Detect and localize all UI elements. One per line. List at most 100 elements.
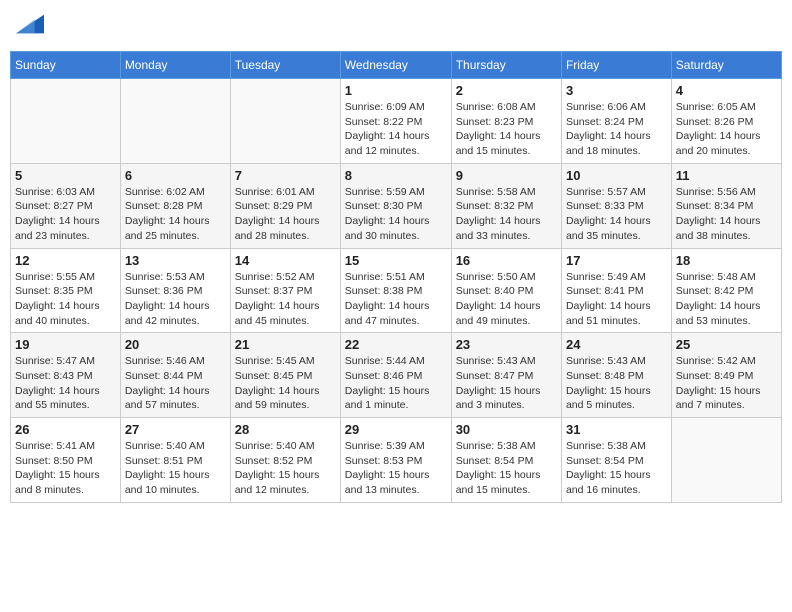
day-number: 3 [566,83,667,98]
day-info: Sunrise: 5:59 AM Sunset: 8:30 PM Dayligh… [345,185,447,244]
day-number: 23 [456,337,557,352]
calendar-cell: 18 Sunrise: 5:48 AM Sunset: 8:42 PM Dayli… [671,248,781,333]
day-number: 28 [235,422,336,437]
day-info: Sunrise: 6:03 AM Sunset: 8:27 PM Dayligh… [15,185,116,244]
day-number: 7 [235,168,336,183]
calendar-cell: 2Sunrise: 6:08 AM Sunset: 8:23 PM Daylig… [451,79,561,164]
logo [14,10,44,43]
day-info: Sunrise: 5:43 AM Sunset: 8:47 PM Dayligh… [456,354,557,413]
day-number: 6 [125,168,226,183]
day-number: 31 [566,422,667,437]
weekday-header: Monday [120,52,230,79]
calendar-cell: 28 Sunrise: 5:40 AM Sunset: 8:52 PM Dayli… [230,418,340,503]
day-number: 25 [676,337,777,352]
calendar-cell: 24 Sunrise: 5:43 AM Sunset: 8:48 PM Dayli… [561,333,671,418]
calendar-cell: 3 Sunrise: 6:06 AM Sunset: 8:24 PM Daylig… [561,79,671,164]
day-info: Sunrise: 5:52 AM Sunset: 8:37 PM Dayligh… [235,270,336,329]
day-number: 9 [456,168,557,183]
day-info: Sunrise: 5:50 AM Sunset: 8:40 PM Dayligh… [456,270,557,329]
day-number: 1 [345,83,447,98]
weekday-header-row: SundayMondayTuesdayWednesdayThursdayFrid… [11,52,782,79]
day-number: 12 [15,253,116,268]
calendar-cell: 12 Sunrise: 5:55 AM Sunset: 8:35 PM Dayli… [11,248,121,333]
calendar-cell: 14 Sunrise: 5:52 AM Sunset: 8:37 PM Dayli… [230,248,340,333]
day-number: 14 [235,253,336,268]
day-number: 30 [456,422,557,437]
day-info: Sunrise: 5:40 AM Sunset: 8:51 PM Dayligh… [125,439,226,498]
calendar-cell: 6 Sunrise: 6:02 AM Sunset: 8:28 PM Daylig… [120,163,230,248]
day-info: Sunrise: 5:42 AM Sunset: 8:49 PM Dayligh… [676,354,777,413]
day-info: Sunrise: 5:41 AM Sunset: 8:50 PM Dayligh… [15,439,116,498]
day-info: Sunrise: 6:02 AM Sunset: 8:28 PM Dayligh… [125,185,226,244]
day-info: Sunrise: 6:09 AM Sunset: 8:22 PM Dayligh… [345,100,447,159]
day-number: 27 [125,422,226,437]
day-info: Sunrise: 5:38 AM Sunset: 8:54 PM Dayligh… [566,439,667,498]
day-info: Sunrise: 5:48 AM Sunset: 8:42 PM Dayligh… [676,270,777,329]
day-info: Sunrise: 5:46 AM Sunset: 8:44 PM Dayligh… [125,354,226,413]
calendar-cell: 9 Sunrise: 5:58 AM Sunset: 8:32 PM Daylig… [451,163,561,248]
day-info: Sunrise: 5:45 AM Sunset: 8:45 PM Dayligh… [235,354,336,413]
weekday-header: Tuesday [230,52,340,79]
calendar-cell [11,79,121,164]
calendar-cell: 5 Sunrise: 6:03 AM Sunset: 8:27 PM Daylig… [11,163,121,248]
day-info: Sunrise: 5:57 AM Sunset: 8:33 PM Dayligh… [566,185,667,244]
day-info: Sunrise: 5:58 AM Sunset: 8:32 PM Dayligh… [456,185,557,244]
day-info: Sunrise: 5:53 AM Sunset: 8:36 PM Dayligh… [125,270,226,329]
calendar-cell: 11 Sunrise: 5:56 AM Sunset: 8:34 PM Dayli… [671,163,781,248]
calendar-cell: 26Sunrise: 5:41 AM Sunset: 8:50 PM Dayli… [11,418,121,503]
calendar-week-row: 19 Sunrise: 5:47 AM Sunset: 8:43 PM Dayli… [11,333,782,418]
day-info: Sunrise: 5:49 AM Sunset: 8:41 PM Dayligh… [566,270,667,329]
calendar-cell: 16 Sunrise: 5:50 AM Sunset: 8:40 PM Dayli… [451,248,561,333]
day-number: 5 [15,168,116,183]
calendar-cell: 29Sunrise: 5:39 AM Sunset: 8:53 PM Dayli… [340,418,451,503]
calendar-cell: 10 Sunrise: 5:57 AM Sunset: 8:33 PM Dayli… [561,163,671,248]
day-info: Sunrise: 6:05 AM Sunset: 8:26 PM Dayligh… [676,100,777,159]
calendar-cell: 30 Sunrise: 5:38 AM Sunset: 8:54 PM Dayli… [451,418,561,503]
calendar-cell: 23 Sunrise: 5:43 AM Sunset: 8:47 PM Dayli… [451,333,561,418]
day-number: 13 [125,253,226,268]
day-info: Sunrise: 5:56 AM Sunset: 8:34 PM Dayligh… [676,185,777,244]
day-info: Sunrise: 5:43 AM Sunset: 8:48 PM Dayligh… [566,354,667,413]
calendar-cell: 19 Sunrise: 5:47 AM Sunset: 8:43 PM Dayli… [11,333,121,418]
day-number: 17 [566,253,667,268]
day-number: 19 [15,337,116,352]
calendar-cell: 22Sunrise: 5:44 AM Sunset: 8:46 PM Dayli… [340,333,451,418]
day-number: 21 [235,337,336,352]
calendar-cell: 27 Sunrise: 5:40 AM Sunset: 8:51 PM Dayli… [120,418,230,503]
day-info: Sunrise: 5:39 AM Sunset: 8:53 PM Dayligh… [345,439,447,498]
day-info: Sunrise: 6:06 AM Sunset: 8:24 PM Dayligh… [566,100,667,159]
day-number: 11 [676,168,777,183]
day-number: 2 [456,83,557,98]
day-number: 4 [676,83,777,98]
calendar-cell: 1 Sunrise: 6:09 AM Sunset: 8:22 PM Daylig… [340,79,451,164]
calendar-cell: 13 Sunrise: 5:53 AM Sunset: 8:36 PM Dayli… [120,248,230,333]
calendar-cell: 21 Sunrise: 5:45 AM Sunset: 8:45 PM Dayli… [230,333,340,418]
day-info: Sunrise: 5:40 AM Sunset: 8:52 PM Dayligh… [235,439,336,498]
calendar-week-row: 1 Sunrise: 6:09 AM Sunset: 8:22 PM Daylig… [11,79,782,164]
day-info: Sunrise: 5:47 AM Sunset: 8:43 PM Dayligh… [15,354,116,413]
day-info: Sunrise: 5:55 AM Sunset: 8:35 PM Dayligh… [15,270,116,329]
day-number: 24 [566,337,667,352]
calendar-week-row: 5 Sunrise: 6:03 AM Sunset: 8:27 PM Daylig… [11,163,782,248]
calendar-cell: 31 Sunrise: 5:38 AM Sunset: 8:54 PM Dayli… [561,418,671,503]
day-number: 16 [456,253,557,268]
calendar-cell [671,418,781,503]
day-number: 20 [125,337,226,352]
weekday-header: Friday [561,52,671,79]
calendar-cell: 15Sunrise: 5:51 AM Sunset: 8:38 PM Dayli… [340,248,451,333]
day-number: 18 [676,253,777,268]
day-info: Sunrise: 6:01 AM Sunset: 8:29 PM Dayligh… [235,185,336,244]
day-info: Sunrise: 5:51 AM Sunset: 8:38 PM Dayligh… [345,270,447,329]
logo-icon [16,10,44,38]
calendar-cell: 4 Sunrise: 6:05 AM Sunset: 8:26 PM Daylig… [671,79,781,164]
calendar-cell: 25 Sunrise: 5:42 AM Sunset: 8:49 PM Dayli… [671,333,781,418]
calendar-table: SundayMondayTuesdayWednesdayThursdayFrid… [10,51,782,503]
calendar-cell [120,79,230,164]
calendar-cell: 8Sunrise: 5:59 AM Sunset: 8:30 PM Daylig… [340,163,451,248]
weekday-header: Saturday [671,52,781,79]
day-number: 10 [566,168,667,183]
weekday-header: Wednesday [340,52,451,79]
day-info: Sunrise: 5:38 AM Sunset: 8:54 PM Dayligh… [456,439,557,498]
day-info: Sunrise: 5:44 AM Sunset: 8:46 PM Dayligh… [345,354,447,413]
calendar-week-row: 12 Sunrise: 5:55 AM Sunset: 8:35 PM Dayli… [11,248,782,333]
